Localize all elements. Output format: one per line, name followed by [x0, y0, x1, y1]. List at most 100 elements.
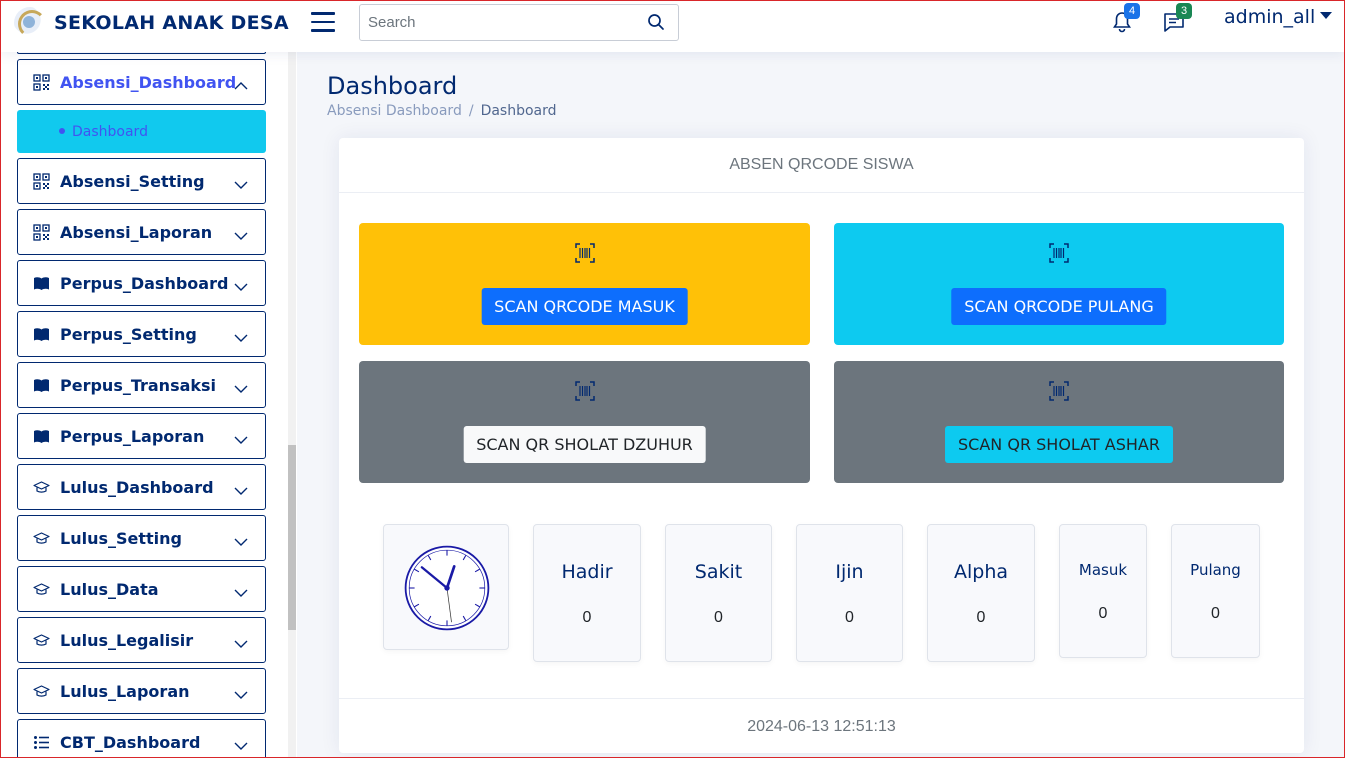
breadcrumb-separator: / — [468, 103, 474, 119]
sidebar-item-label: Perpus_Transaksi — [60, 375, 217, 395]
stat-alpha-value: 0 — [976, 609, 986, 626]
stat-sakit-value: 0 — [714, 609, 723, 626]
logo[interactable]: SEKOLAH ANAK DESA — [14, 7, 289, 39]
scan-dzuhur-button[interactable]: SCAN QR SHOLAT DZUHUR — [463, 426, 706, 463]
stat-masuk-value: 0 — [1098, 605, 1108, 622]
sidebar-top-edge — [17, 52, 266, 54]
barcode-scan-icon — [1049, 381, 1069, 401]
school-logo-icon — [14, 7, 46, 39]
stat-hadir: Hadir 0 — [533, 524, 641, 662]
chevron-down-icon — [234, 634, 248, 648]
datetime-footer: 2024-06-13 12:51:13 — [339, 698, 1304, 753]
scan-pulang-button[interactable]: SCAN QRCODE PULANG — [951, 288, 1167, 325]
sidebar-item-label: Absensi_Laporan — [60, 222, 213, 242]
chevron-down-icon — [234, 175, 248, 189]
sidebar-item-label: Lulus_Setting — [60, 528, 182, 548]
stat-ijin: Ijin 0 — [796, 524, 903, 662]
sidebar-item-label: Perpus_Setting — [60, 324, 197, 344]
sidebar-subitem-dashboard[interactable]: Dashboard — [17, 110, 266, 153]
chevron-down-icon — [234, 379, 248, 393]
scan-masuk-button[interactable]: SCAN QRCODE MASUK — [481, 288, 688, 325]
analog-clock-icon — [404, 545, 490, 631]
sidebar-item-label: Lulus_Legalisir — [60, 630, 194, 650]
caret-down-icon — [1320, 11, 1333, 19]
stat-hadir-label: Hadir — [561, 561, 613, 583]
sidebar-item-perpus-laporan[interactable]: Perpus_Laporan — [17, 413, 266, 459]
search-bar — [359, 4, 679, 41]
stat-masuk: Masuk 0 — [1059, 524, 1147, 658]
card-header: ABSEN QRCODE SISWA — [339, 138, 1304, 193]
mortarboard-icon — [33, 632, 50, 649]
breadcrumb: Absensi Dashboard / Dashboard — [327, 103, 557, 119]
mortarboard-icon — [33, 479, 50, 496]
book-icon — [33, 428, 50, 445]
breadcrumb-current: Dashboard — [480, 103, 557, 119]
sidebar-item-lulus-data[interactable]: Lulus_Data — [17, 566, 266, 612]
stat-pulang: Pulang 0 — [1171, 524, 1260, 658]
sidebar-item-perpus-dashboard[interactable]: Perpus_Dashboard — [17, 260, 266, 306]
stat-sakit: Sakit 0 — [665, 524, 772, 662]
sidebar-item-lulus-dashboard[interactable]: Lulus_Dashboard — [17, 464, 266, 510]
chevron-down-icon — [234, 277, 248, 291]
qr-icon — [33, 172, 50, 190]
sidebar-item-absensi-setting[interactable]: Absensi_Setting — [17, 158, 266, 204]
chevron-down-icon — [234, 685, 248, 699]
sidebar-item-label: Lulus_Data — [60, 579, 159, 599]
page-title: Dashboard — [327, 72, 458, 100]
chevron-down-icon — [234, 481, 248, 495]
scan-dzuhur-panel: SCAN QR SHOLAT DZUHUR — [359, 361, 810, 483]
sidebar-subitem-label: Dashboard — [72, 123, 148, 140]
clock-panel — [383, 524, 509, 650]
user-menu[interactable]: admin_all — [1224, 6, 1333, 28]
sidebar-item-lulus-setting[interactable]: Lulus_Setting — [17, 515, 266, 561]
sidebar-item-absensi-dashboard[interactable]: Absensi_Dashboard — [17, 59, 266, 105]
barcode-scan-icon — [574, 381, 595, 401]
menu-toggle-icon[interactable] — [311, 12, 335, 32]
messages-button[interactable]: 3 — [1162, 3, 1193, 34]
stat-alpha: Alpha 0 — [927, 524, 1035, 662]
barcode-scan-icon — [1049, 243, 1069, 263]
sidebar-item-perpus-transaksi[interactable]: Perpus_Transaksi — [17, 362, 266, 408]
sidebar-item-cbt-dashboard[interactable]: CBT_Dashboard — [17, 719, 266, 758]
app-title: SEKOLAH ANAK DESA — [54, 12, 289, 34]
mortarboard-icon — [33, 530, 50, 547]
sidebar-item-lulus-laporan[interactable]: Lulus_Laporan — [17, 668, 266, 714]
sidebar-item-label: Absensi_Dashboard — [60, 72, 237, 92]
chevron-down-icon — [234, 328, 248, 342]
stat-pulang-label: Pulang — [1190, 561, 1241, 579]
book-icon — [33, 275, 50, 292]
sidebar-item-perpus-setting[interactable]: Perpus_Setting — [17, 311, 266, 357]
book-icon — [33, 377, 50, 394]
sidebar-item-lulus-legalisir[interactable]: Lulus_Legalisir — [17, 617, 266, 663]
search-icon[interactable] — [647, 13, 665, 31]
stat-pulang-value: 0 — [1211, 605, 1220, 622]
sidebar-scrollbar-track[interactable] — [288, 52, 296, 758]
chevron-down-icon — [234, 583, 248, 597]
sidebar-item-absensi-laporan[interactable]: Absensi_Laporan — [17, 209, 266, 255]
stat-ijin-label: Ijin — [835, 561, 864, 583]
scan-masuk-panel: SCAN QRCODE MASUK — [359, 223, 810, 345]
absen-card: ABSEN QRCODE SISWA SCAN QRCODE MASUK SCA… — [339, 138, 1304, 753]
search-input[interactable] — [360, 5, 630, 40]
sidebar-scrollbar-thumb[interactable] — [288, 445, 296, 630]
messages-badge: 3 — [1176, 3, 1193, 19]
stat-sakit-label: Sakit — [694, 561, 743, 583]
scan-pulang-panel: SCAN QRCODE PULANG — [834, 223, 1284, 345]
book-icon — [33, 326, 50, 343]
sidebar-item-label: Absensi_Setting — [60, 171, 205, 191]
chevron-up-icon — [234, 76, 248, 90]
stat-alpha-label: Alpha — [953, 561, 1009, 583]
scan-ashar-button[interactable]: SCAN QR SHOLAT ASHAR — [945, 426, 1173, 463]
mortarboard-icon — [33, 581, 50, 598]
qr-icon — [33, 73, 50, 91]
scan-ashar-panel: SCAN QR SHOLAT ASHAR — [834, 361, 1284, 483]
stat-ijin-value: 0 — [845, 609, 854, 626]
sidebar-item-label: Lulus_Laporan — [60, 681, 190, 701]
breadcrumb-link[interactable]: Absensi Dashboard — [327, 103, 462, 119]
list-icon — [33, 734, 50, 751]
sidebar-item-label: Perpus_Dashboard — [60, 273, 229, 293]
notifications-button[interactable]: 4 — [1110, 3, 1141, 34]
stat-hadir-value: 0 — [582, 609, 592, 626]
chevron-down-icon — [234, 736, 248, 750]
qr-icon — [33, 223, 50, 241]
